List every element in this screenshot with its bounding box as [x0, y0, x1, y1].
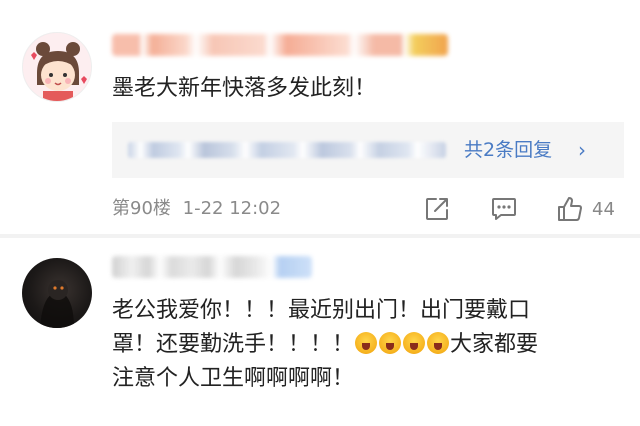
dark-figure-avatar-icon: [40, 280, 74, 328]
comment-time: 1-22 12:02: [182, 198, 282, 219]
like-count: 44: [592, 198, 615, 220]
comment-text: 墨老大新年快落多发此刻！: [112, 76, 377, 101]
share-button[interactable]: [424, 196, 450, 222]
crying-face-icon: [427, 332, 450, 354]
comment-button[interactable]: [490, 196, 518, 222]
cartoon-girl-avatar-icon: [23, 33, 91, 101]
crying-face-icon: [355, 332, 378, 354]
comment-meta: 第90楼 1-22 12:02: [112, 196, 287, 222]
crying-face-icon: [403, 332, 426, 354]
share-icon: [426, 198, 448, 220]
like-button[interactable]: 44: [556, 196, 615, 222]
reply-preview-text-blurred: [128, 142, 446, 158]
comment-text-line: 罩！还要勤洗手！！！！ 大家都要: [112, 328, 622, 362]
comment-text-segment: 罩！还要勤洗手！！！！: [112, 332, 355, 357]
thumb-up-icon: [558, 197, 582, 221]
username-blurred[interactable]: [112, 34, 448, 56]
floor-number: 第90楼: [112, 198, 171, 219]
crying-face-icon: [379, 332, 402, 354]
comment-item: 墨老大新年快落多发此刻！ 共2条回复 › 第90楼 1-22 12:02 44: [0, 0, 640, 234]
comment-item: 老公我爱你！！！最近别出门！出门要戴口 罩！还要勤洗手！！！！ 大家都要 注意个人…: [0, 238, 640, 426]
view-replies-link[interactable]: 共2条回复: [464, 136, 552, 164]
username-blurred[interactable]: [112, 256, 312, 278]
comment-icon: [492, 198, 516, 220]
comment-text-line: 老公我爱你！！！最近别出门！出门要戴口: [112, 298, 531, 323]
comment-text: 老公我爱你！！！最近别出门！出门要戴口 罩！还要勤洗手！！！！ 大家都要 注意个人…: [112, 294, 622, 396]
reply-preview[interactable]: 共2条回复 ›: [112, 122, 624, 178]
comment-text-segment: 大家都要: [450, 332, 539, 357]
comment-text-line: 注意个人卫生啊啊啊啊！: [112, 366, 355, 391]
avatar[interactable]: [22, 32, 92, 102]
avatar[interactable]: [22, 258, 92, 328]
chevron-right-icon: ›: [578, 138, 586, 162]
